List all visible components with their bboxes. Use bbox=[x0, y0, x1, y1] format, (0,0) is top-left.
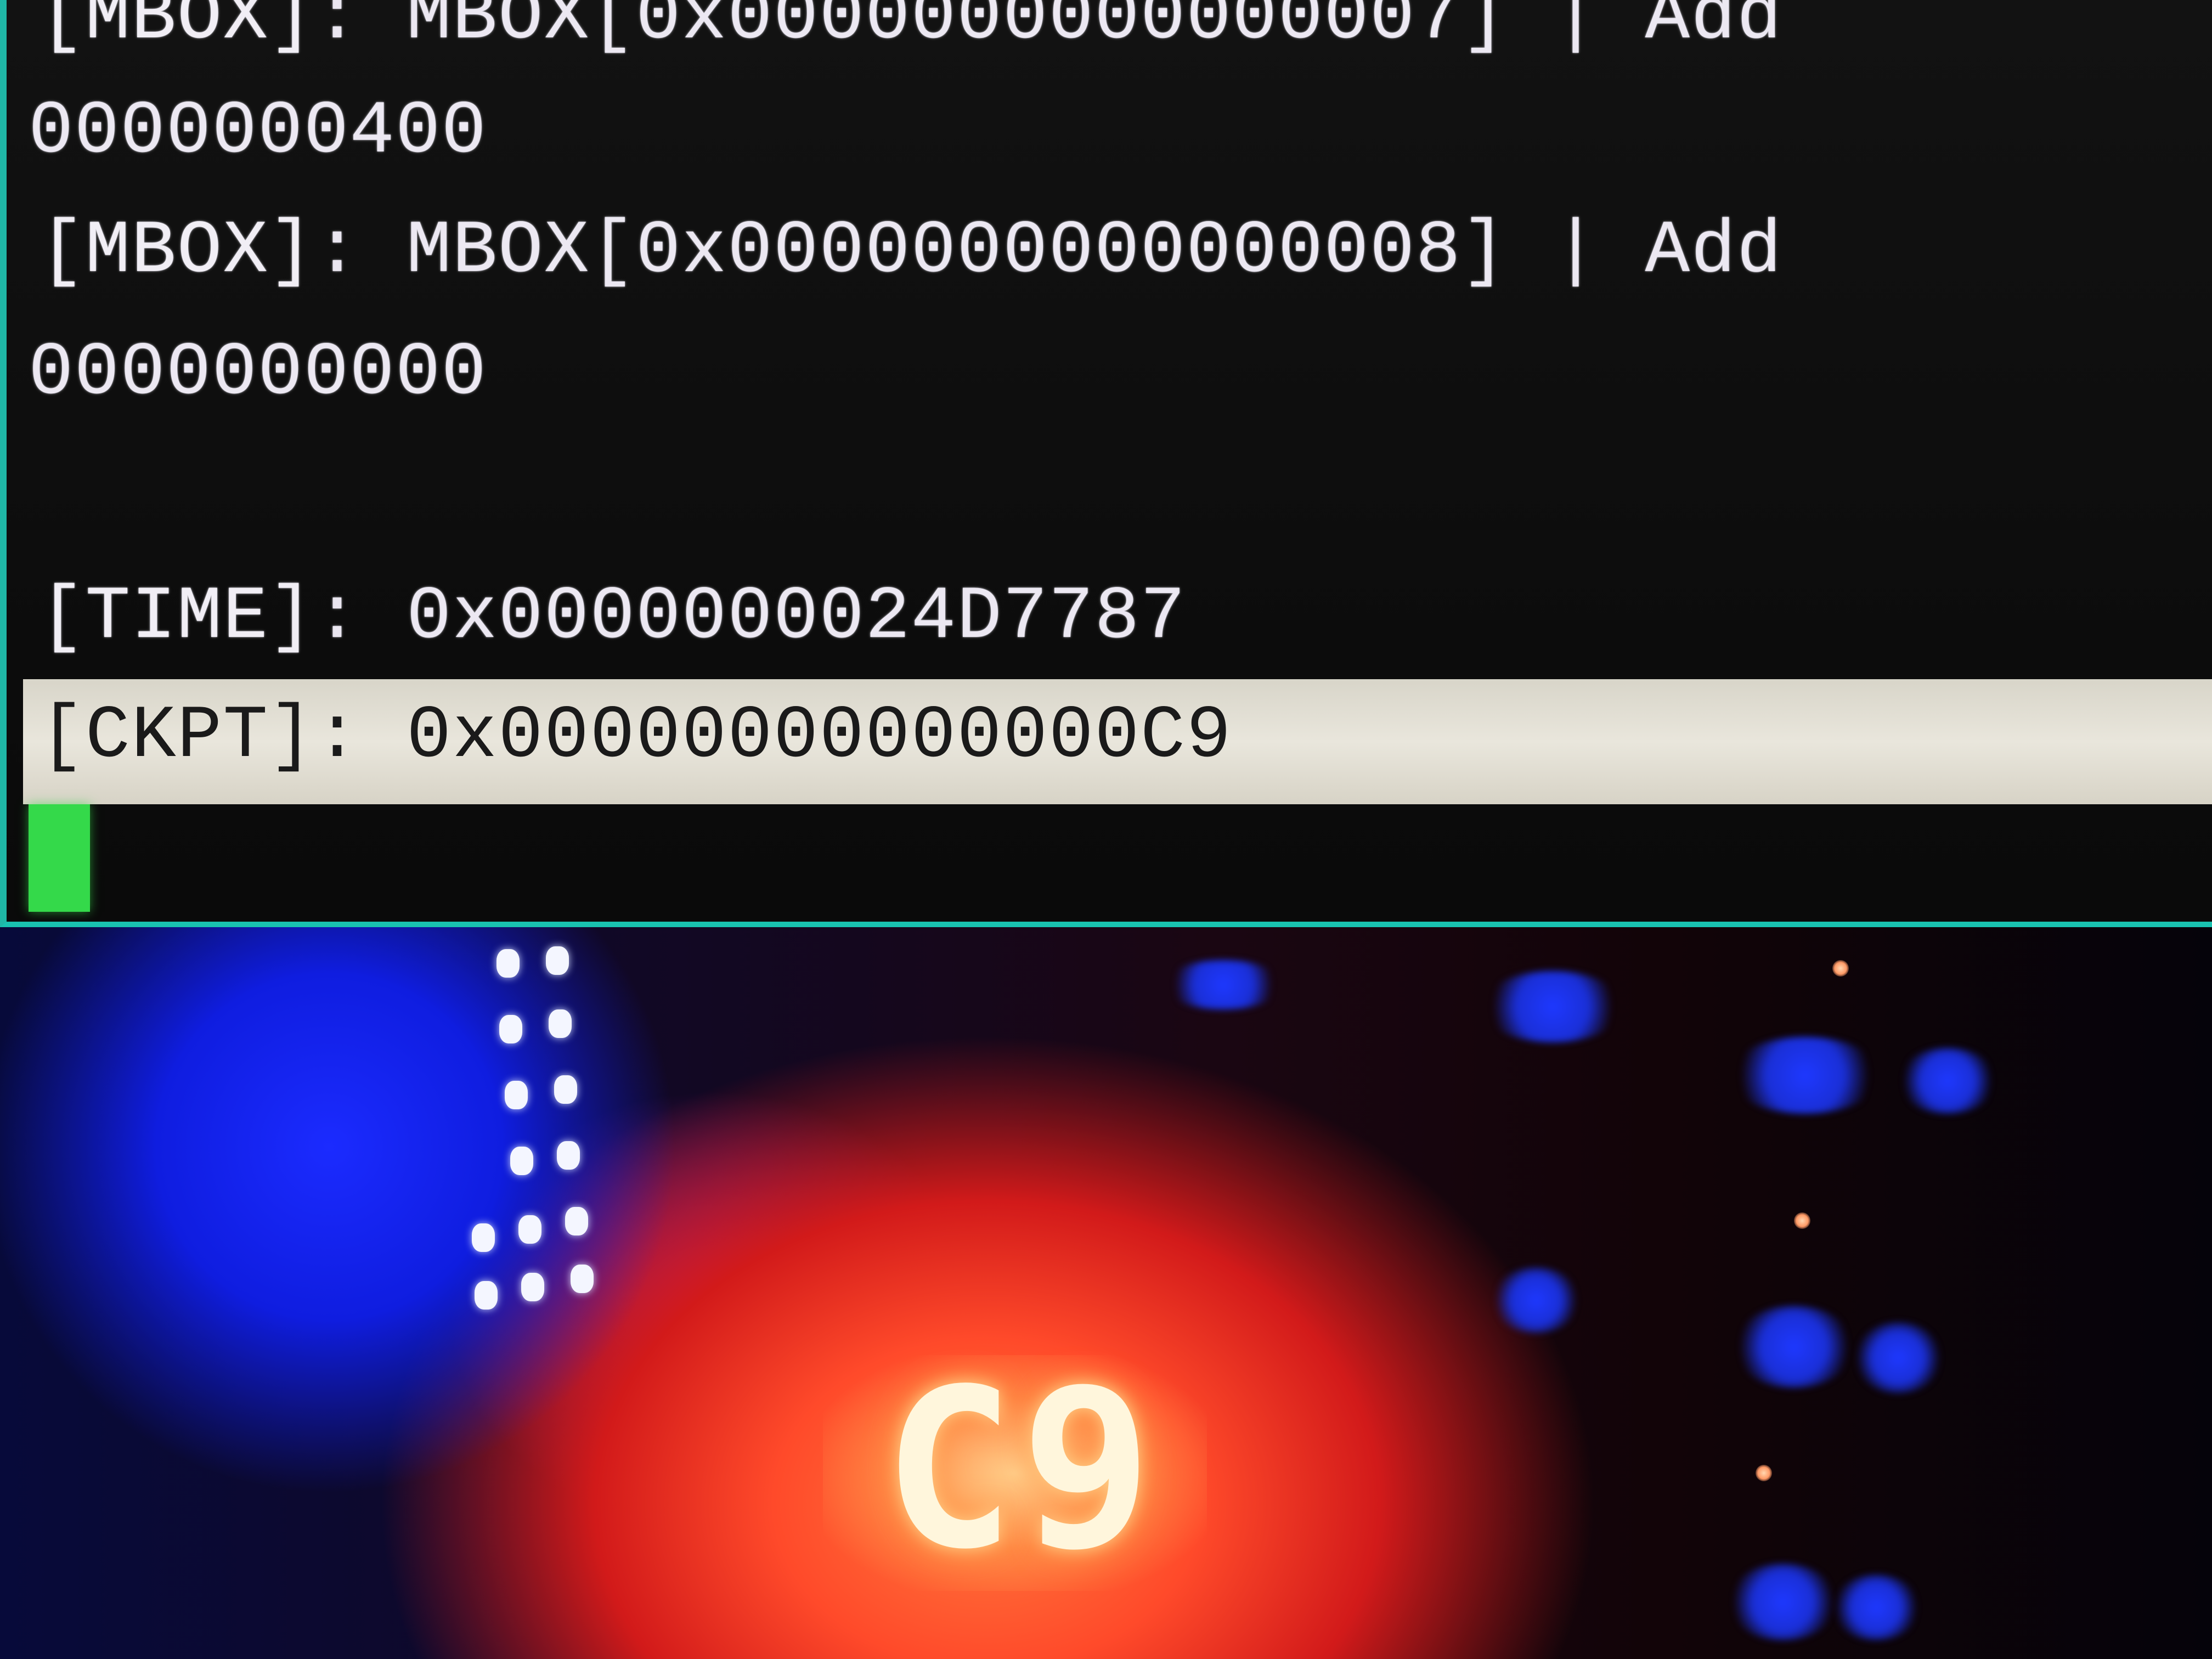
blue-led-glow bbox=[1854, 1322, 1942, 1393]
white-led bbox=[496, 949, 520, 978]
seven-segment-value: C9 bbox=[883, 1342, 1158, 1598]
white-led bbox=[571, 1265, 594, 1293]
blue-led-glow bbox=[1728, 1037, 1882, 1114]
blue-led-glow bbox=[1481, 971, 1624, 1042]
log-value: 0000000000 bbox=[29, 331, 488, 415]
time-line: [TIME]: 0x0000000024D7787 bbox=[40, 573, 1186, 661]
log-separator: : bbox=[314, 0, 407, 60]
white-led bbox=[475, 1281, 498, 1310]
mbox-line-8: [MBOX]: MBOX[0x0000000000000008] | Add bbox=[40, 207, 1782, 295]
log-separator: : bbox=[314, 209, 407, 294]
log-tag: [TIME] bbox=[40, 575, 315, 659]
white-led bbox=[499, 1015, 522, 1043]
blue-led-glow bbox=[1492, 1267, 1580, 1333]
terminal-cursor bbox=[29, 804, 90, 912]
blue-led-glow bbox=[1163, 960, 1284, 1009]
mbox-line-7: [MBOX]: MBOX[0x0000000000000007] | Add bbox=[40, 0, 1782, 61]
small-warm-led bbox=[1832, 960, 1849, 977]
terminal-window[interactable]: [MBOX]: MBOX[0x0000000000000007] | Add 0… bbox=[0, 0, 2212, 927]
white-led bbox=[472, 1223, 495, 1252]
blue-led-glow bbox=[1898, 1048, 1997, 1114]
white-led bbox=[546, 946, 569, 975]
white-led bbox=[565, 1207, 588, 1235]
log-separator: : bbox=[314, 694, 407, 778]
small-warm-led bbox=[1794, 1212, 1810, 1229]
fpga-board-area: C9 bbox=[0, 927, 2212, 1659]
white-led bbox=[518, 1215, 541, 1244]
small-warm-led bbox=[1756, 1465, 1772, 1481]
blue-led-glow bbox=[1832, 1575, 1920, 1640]
white-led bbox=[505, 1081, 528, 1109]
blue-led-glow bbox=[1728, 1564, 1838, 1640]
time-value: 0x0000000024D7787 bbox=[406, 575, 1187, 659]
log-value: 0000000400 bbox=[29, 89, 488, 174]
mbox-line-8-continuation: 0000000000 bbox=[29, 329, 487, 417]
log-value: MBOX[0x0000000000000008] | Add bbox=[406, 209, 1783, 294]
photo-of-monitor-and-board: [MBOX]: MBOX[0x0000000000000007] | Add 0… bbox=[0, 0, 2212, 1659]
log-separator: : bbox=[314, 575, 407, 659]
white-led bbox=[521, 1273, 544, 1301]
blue-led-glow bbox=[1734, 1306, 1854, 1388]
white-led bbox=[510, 1147, 533, 1175]
white-led bbox=[549, 1009, 572, 1038]
log-tag: [CKPT] bbox=[40, 694, 315, 778]
white-led bbox=[557, 1141, 580, 1170]
checkpoint-value: 0x00000000000000C9 bbox=[406, 694, 1232, 778]
checkpoint-line[interactable]: [CKPT]: 0x00000000000000C9 bbox=[40, 692, 1232, 780]
log-tag: [MBOX] bbox=[40, 209, 315, 294]
mbox-line-7-continuation: 0000000400 bbox=[29, 88, 487, 176]
log-tag: [MBOX] bbox=[40, 0, 315, 60]
white-led bbox=[554, 1075, 577, 1104]
log-value: MBOX[0x0000000000000007] | Add bbox=[406, 0, 1783, 60]
